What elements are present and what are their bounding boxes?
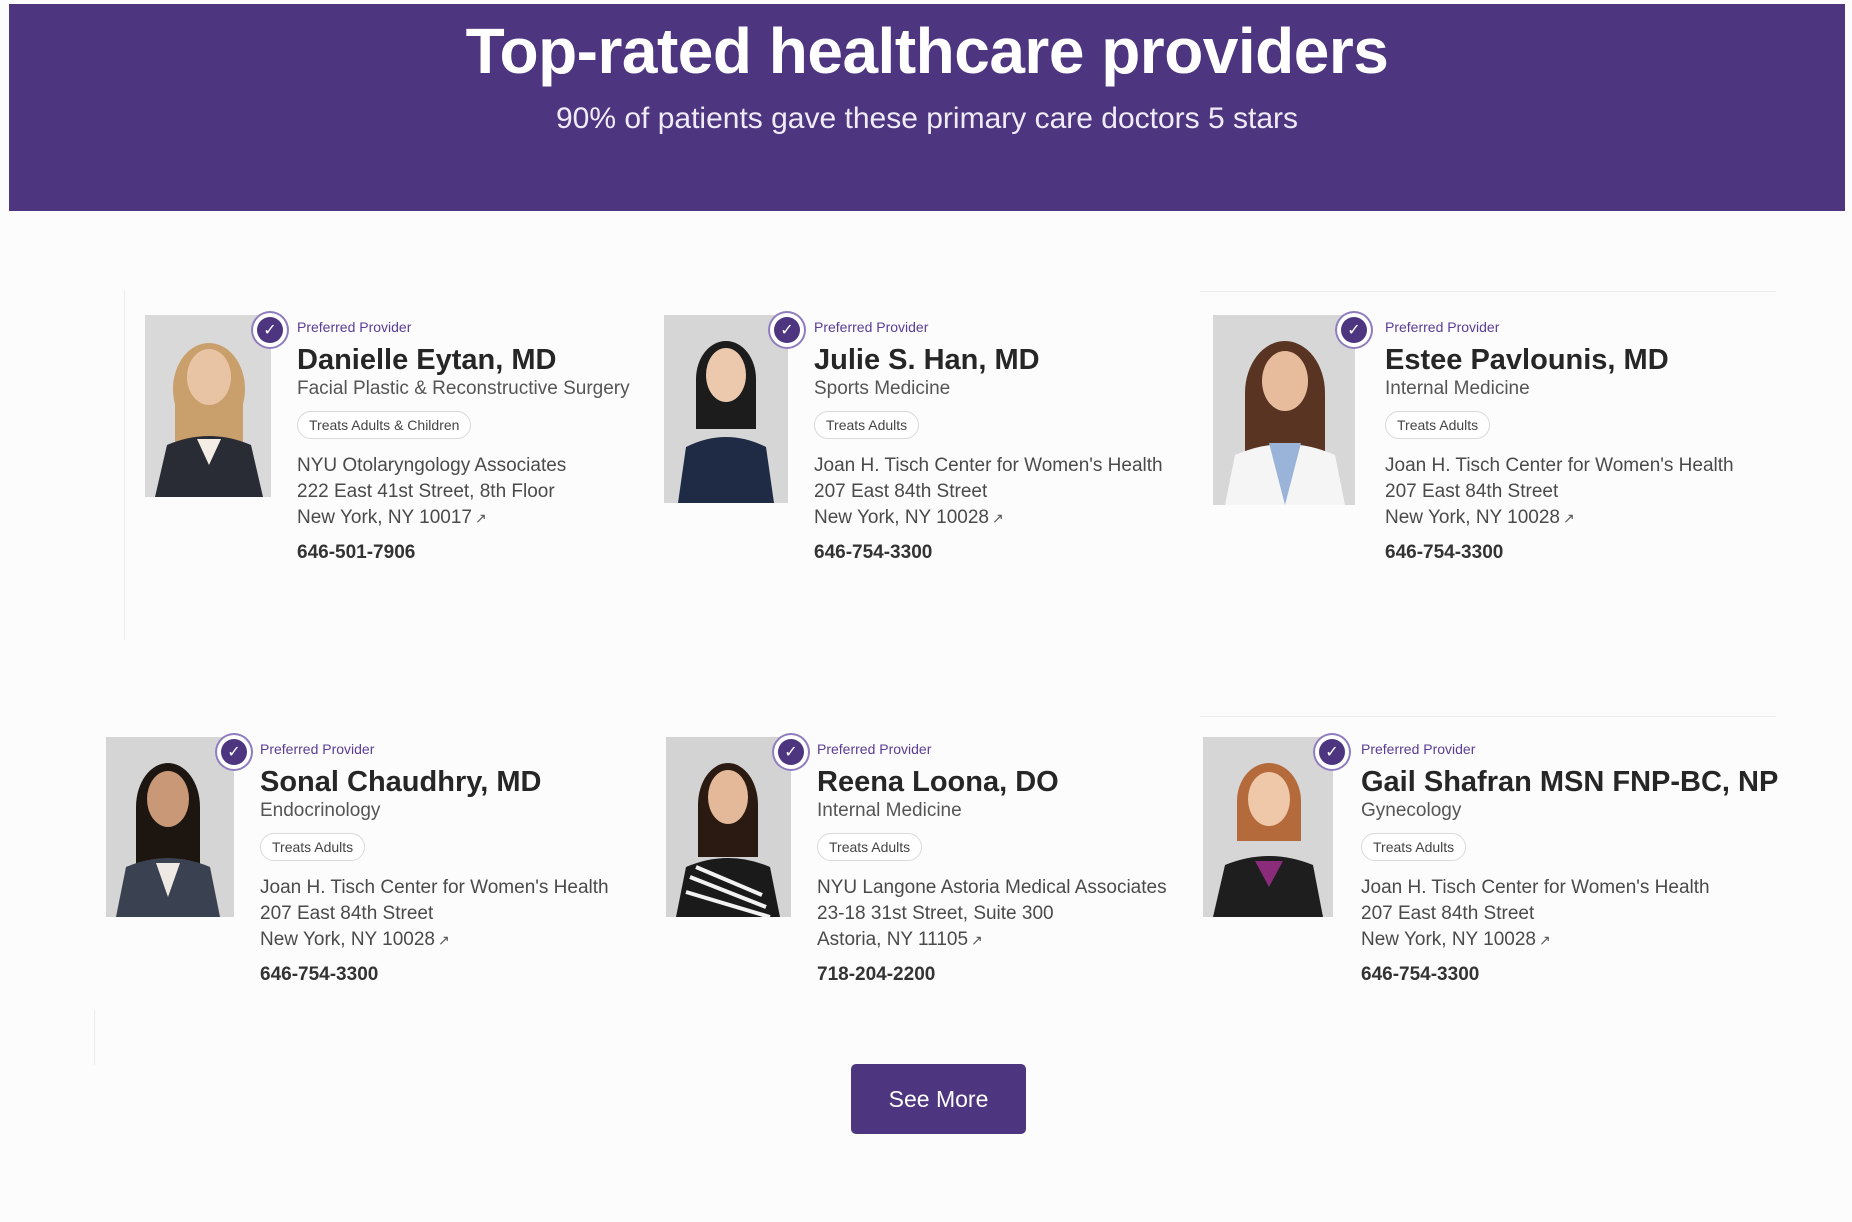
address-line: Joan H. Tisch Center for Women's Health [260,877,609,898]
provider-info: Preferred Provider Gail Shafran MSN FNP-… [1361,737,1778,987]
provider-photo [1203,737,1333,917]
provider-specialty: Sports Medicine [814,378,951,399]
see-more-button[interactable]: See More [851,1064,1026,1134]
provider-phone[interactable]: 646-754-3300 [260,963,609,987]
address-line: 207 East 84th Street [260,903,434,924]
provider-specialty: Facial Plastic & Reconstructive Surgery [297,378,630,399]
provider-phone[interactable]: 718-204-2200 [817,963,1167,987]
treats-badge: Treats Adults [1385,411,1491,439]
external-link-icon[interactable]: ↗ [1539,927,1551,953]
address-link[interactable]: New York, NY 10017 ↗ [297,505,630,531]
preferred-provider-label: Preferred Provider [814,319,929,335]
address-line: NYU Otolaryngology Associates [297,455,567,476]
treats-badge: Treats Adults [814,411,920,439]
provider-address: Joan H. Tisch Center for Women's Health … [260,875,609,953]
address-line: Joan H. Tisch Center for Women's Health [1385,455,1734,476]
verified-badge-icon: ✓ [1335,311,1373,349]
provider-info: Preferred Provider Julie S. Han, MD Spor… [814,315,1163,565]
page-subtitle: 90% of patients gave these primary care … [555,102,1299,135]
divider [1200,716,1776,717]
provider-card[interactable]: ✓ Preferred Provider Julie S. Han, MD Sp… [664,311,1204,575]
provider-card[interactable]: ✓ Preferred Provider Reena Loona, DO Int… [666,733,1206,997]
address-line: 23-18 31st Street, Suite 300 [817,903,1054,924]
address-line[interactable]: New York, NY 10028 [1385,507,1560,528]
address-line: Joan H. Tisch Center for Women's Health [1361,877,1710,898]
verified-badge-icon: ✓ [251,311,289,349]
address-line[interactable]: Astoria, NY 11105 [817,929,968,950]
preferred-provider-label: Preferred Provider [1385,319,1500,335]
divider [124,290,125,640]
provider-address: NYU Langone Astoria Medical Associates 2… [817,875,1167,953]
provider-photo [1213,315,1355,505]
address-line: Joan H. Tisch Center for Women's Health [814,455,1163,476]
provider-specialty: Internal Medicine [817,800,962,821]
preferred-provider-label: Preferred Provider [1361,741,1476,757]
provider-card[interactable]: ✓ Preferred Provider Estee Pavlounis, MD… [1213,311,1753,575]
verified-badge-icon: ✓ [1313,733,1351,771]
address-line: 207 East 84th Street [814,481,988,502]
provider-card[interactable]: ✓ Preferred Provider Danielle Eytan, MD … [145,311,685,575]
address-line[interactable]: New York, NY 10028 [1361,929,1536,950]
provider-specialty: Internal Medicine [1385,378,1530,399]
address-line: 207 East 84th Street [1361,903,1535,924]
preferred-provider-label: Preferred Provider [297,319,412,335]
divider [1200,291,1776,292]
provider-photo [664,315,788,503]
verified-badge-icon: ✓ [768,311,806,349]
divider [94,1010,95,1065]
treats-badge: Treats Adults & Children [297,411,472,439]
address-line: 207 East 84th Street [1385,481,1559,502]
preferred-provider-label: Preferred Provider [260,741,375,757]
treats-badge: Treats Adults [817,833,923,861]
external-link-icon[interactable]: ↗ [971,927,983,953]
provider-address: Joan H. Tisch Center for Women's Health … [814,453,1163,531]
provider-name[interactable]: Reena Loona, DO [817,765,1167,799]
provider-specialty: Endocrinology [260,800,381,821]
provider-address: Joan H. Tisch Center for Women's Health … [1361,875,1778,953]
provider-phone[interactable]: 646-754-3300 [1361,963,1778,987]
treats-badge: Treats Adults [1361,833,1467,861]
preferred-provider-label: Preferred Provider [817,741,932,757]
provider-phone[interactable]: 646-754-3300 [1385,541,1734,565]
hero-banner: Top-rated healthcare providers 90% of pa… [9,4,1845,211]
provider-specialty: Gynecology [1361,800,1462,821]
address-link[interactable]: New York, NY 10028 ↗ [814,505,1163,531]
verified-badge-icon: ✓ [215,733,253,771]
address-line[interactable]: New York, NY 10017 [297,507,472,528]
page: Top-rated healthcare providers 90% of pa… [0,0,1852,1222]
provider-name[interactable]: Sonal Chaudhry, MD [260,765,609,799]
verified-badge-icon: ✓ [772,733,810,771]
address-line[interactable]: New York, NY 10028 [814,507,989,528]
address-link[interactable]: New York, NY 10028 ↗ [1361,927,1778,953]
provider-name[interactable]: Gail Shafran MSN FNP-BC, NP [1361,765,1778,799]
address-line: NYU Langone Astoria Medical Associates [817,877,1167,898]
provider-info: Preferred Provider Danielle Eytan, MD Fa… [297,315,630,565]
provider-name[interactable]: Julie S. Han, MD [814,343,1163,377]
address-line[interactable]: New York, NY 10028 [260,929,435,950]
provider-photo [145,315,271,497]
provider-address: Joan H. Tisch Center for Women's Health … [1385,453,1734,531]
provider-name[interactable]: Estee Pavlounis, MD [1385,343,1734,377]
provider-card[interactable]: ✓ Preferred Provider Sonal Chaudhry, MD … [106,733,646,997]
provider-info: Preferred Provider Sonal Chaudhry, MD En… [260,737,609,987]
address-link[interactable]: New York, NY 10028 ↗ [260,927,609,953]
provider-address: NYU Otolaryngology Associates 222 East 4… [297,453,630,531]
provider-photo [666,737,791,917]
page-title: Top-rated healthcare providers [465,15,1389,87]
provider-phone[interactable]: 646-754-3300 [814,541,1163,565]
address-line: 222 East 41st Street, 8th Floor [297,481,555,502]
provider-card[interactable]: ✓ Preferred Provider Gail Shafran MSN FN… [1203,733,1803,997]
external-link-icon[interactable]: ↗ [992,505,1004,531]
provider-info: Preferred Provider Estee Pavlounis, MD I… [1385,315,1734,565]
address-link[interactable]: New York, NY 10028 ↗ [1385,505,1734,531]
treats-badge: Treats Adults [260,833,366,861]
provider-name[interactable]: Danielle Eytan, MD [297,343,630,377]
provider-phone[interactable]: 646-501-7906 [297,541,630,565]
provider-info: Preferred Provider Reena Loona, DO Inter… [817,737,1167,987]
external-link-icon[interactable]: ↗ [1563,505,1575,531]
external-link-icon[interactable]: ↗ [475,505,487,531]
provider-photo [106,737,234,917]
address-link[interactable]: Astoria, NY 11105 ↗ [817,927,1167,953]
external-link-icon[interactable]: ↗ [438,927,450,953]
